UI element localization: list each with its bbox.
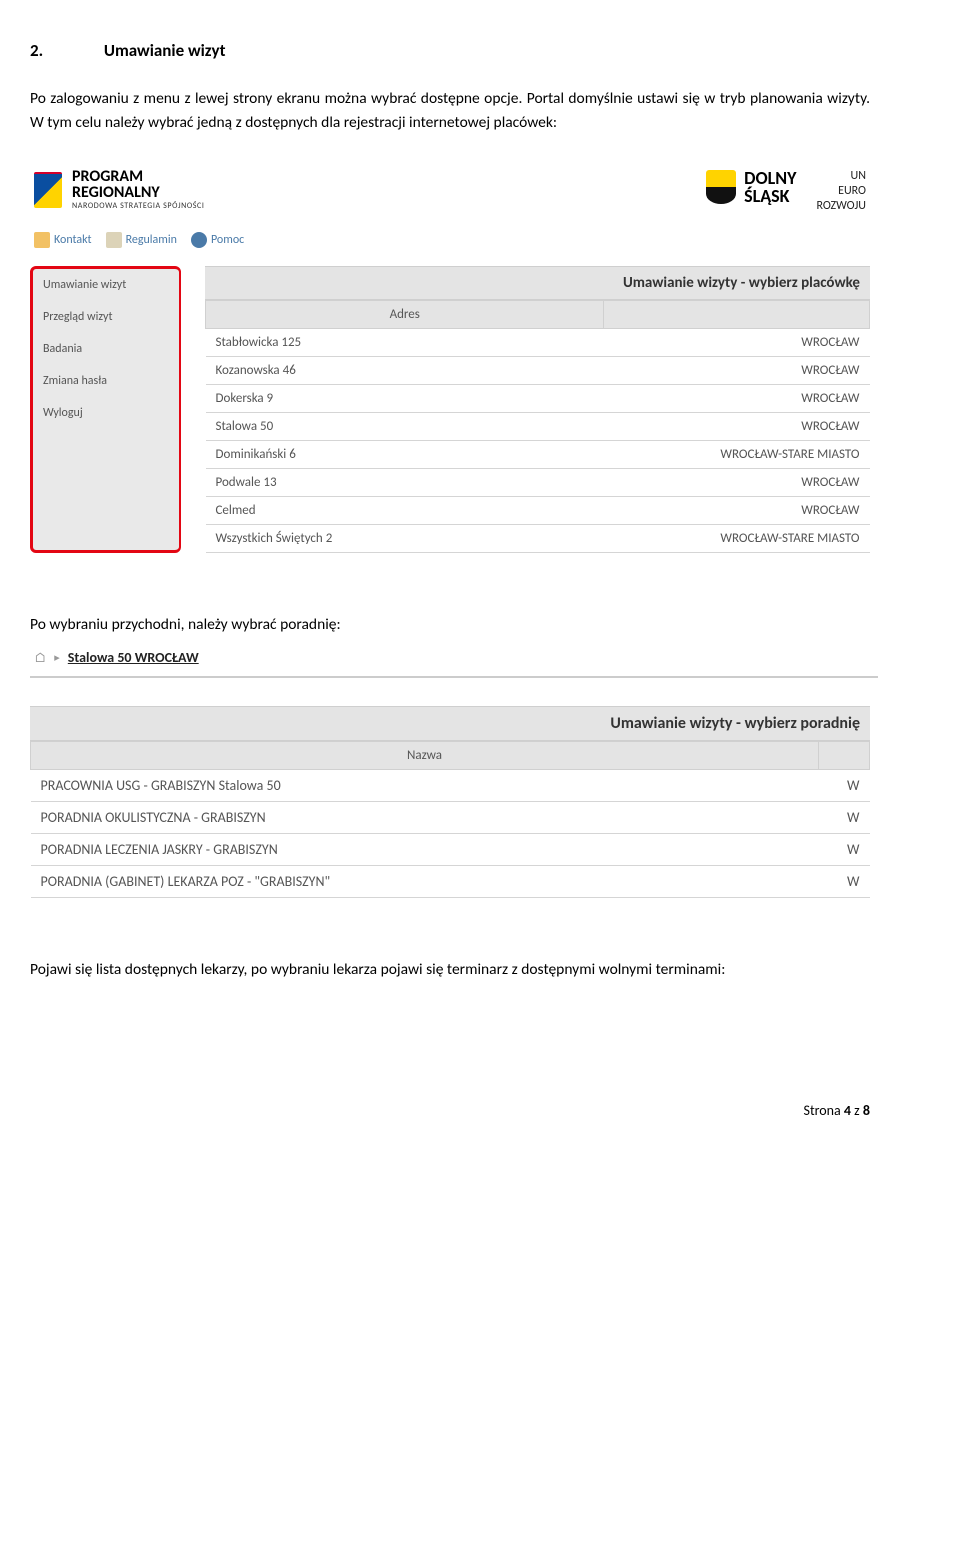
- table-row[interactable]: Stalowa 50WROCŁAW: [206, 413, 870, 441]
- sidebar-menu: Umawianie wizyt Przegląd wizyt Badania Z…: [30, 266, 181, 553]
- table-row[interactable]: Dominikański 6WROCŁAW-STARE MIASTO: [206, 441, 870, 469]
- cell-miasto: WROCŁAW-STARE MIASTO: [604, 441, 870, 469]
- section-heading: 2. Umawianie wizyt: [30, 40, 870, 61]
- sidebar-item-zmiana-hasla[interactable]: Zmiana hasła: [33, 365, 179, 397]
- rightcut-line1: UN: [816, 169, 866, 184]
- cell-adres: Wszystkich Świętych 2: [206, 525, 604, 553]
- table-row[interactable]: PORADNIA (GABINET) LEKARZA POZ - "GRABIS…: [31, 866, 870, 898]
- cell-adres: Podwale 13: [206, 469, 604, 497]
- cell-miasto: WROCŁAW: [604, 329, 870, 357]
- table-title-placowki: Umawianie wizyty - wybierz placówkę: [205, 266, 870, 300]
- link-regulamin-label: Regulamin: [126, 233, 177, 247]
- cell-miasto: WROCŁAW: [604, 469, 870, 497]
- table-row[interactable]: Podwale 13WROCŁAW: [206, 469, 870, 497]
- logo-cut-right: UN EURO ROZWOJU: [816, 169, 866, 214]
- link-regulamin[interactable]: Regulamin: [106, 232, 177, 248]
- table-row[interactable]: Kozanowska 46WROCŁAW: [206, 357, 870, 385]
- envelope-icon: [34, 232, 50, 248]
- link-pomoc-label: Pomoc: [211, 233, 244, 247]
- logo-pr-line2: REGIONALNY: [72, 185, 205, 202]
- col-nazwa: Nazwa: [31, 742, 819, 770]
- link-kontakt-label: Kontakt: [54, 233, 92, 247]
- rightcut-line2: EURO: [816, 184, 866, 199]
- table-row[interactable]: Wszystkich Świętych 2WROCŁAW-STARE MIAST…: [206, 525, 870, 553]
- cell-adres: Kozanowska 46: [206, 357, 604, 385]
- link-kontakt[interactable]: Kontakt: [34, 232, 92, 248]
- breadcrumb: ⌂ ▸ Stalowa 50 WROCŁAW: [30, 643, 878, 678]
- home-icon[interactable]: ⌂: [34, 649, 46, 666]
- rightcut-line3: ROZWOJU: [816, 199, 866, 214]
- table-title-poradnie: Umawianie wizyty - wybierz poradnię: [30, 706, 870, 741]
- cell-right: W: [819, 802, 870, 834]
- cell-adres: Stabłowicka 125: [206, 329, 604, 357]
- cell-adres: Dokerska 9: [206, 385, 604, 413]
- table-row[interactable]: CelmedWROCŁAW: [206, 497, 870, 525]
- cell-adres: Celmed: [206, 497, 604, 525]
- table-row[interactable]: PRACOWNIA USG - GRABISZYN Stalowa 50W: [31, 770, 870, 802]
- cell-right: W: [819, 770, 870, 802]
- help-icon: [191, 232, 207, 248]
- page-footer: Strona 4 z 8: [30, 1102, 870, 1119]
- cell-nazwa: PRACOWNIA USG - GRABISZYN Stalowa 50: [31, 770, 819, 802]
- footer-prefix: Strona: [804, 1102, 844, 1119]
- cell-miasto: WROCŁAW: [604, 413, 870, 441]
- logo-pr-line3: NARODOWA STRATEGIA SPÓJNOŚCI: [72, 202, 205, 210]
- cell-nazwa: PORADNIA LECZENIA JASKRY - GRABISZYN: [31, 834, 819, 866]
- logo-dolny-slask: DOLNY ŚLĄSK: [706, 169, 796, 205]
- table-placowki: Adres Stabłowicka 125WROCŁAWKozanowska 4…: [205, 300, 870, 553]
- screenshot-placowki: PROGRAM REGIONALNY NARODOWA STRATEGIA SP…: [30, 163, 870, 553]
- cell-miasto: WROCŁAW-STARE MIASTO: [604, 525, 870, 553]
- sidebar-item-przeglad[interactable]: Przegląd wizyt: [33, 301, 179, 333]
- sidebar-item-wyloguj[interactable]: Wyloguj: [33, 397, 179, 429]
- paragraph-terminarz: Pojawi się lista dostępnych lekarzy, po …: [30, 958, 870, 982]
- breadcrumb-location[interactable]: Stalowa 50 WROCŁAW: [68, 649, 199, 666]
- sidebar-item-label: Przegląd wizyt: [43, 310, 112, 324]
- sidebar-item-label: Zmiana hasła: [43, 374, 107, 388]
- table-row[interactable]: Dokerska 9WROCŁAW: [206, 385, 870, 413]
- table-row[interactable]: PORADNIA LECZENIA JASKRY - GRABISZYNW: [31, 834, 870, 866]
- col-adres: Adres: [206, 301, 604, 329]
- cell-adres: Stalowa 50: [206, 413, 604, 441]
- footer-sep: z: [851, 1102, 863, 1119]
- table-poradnie: Nazwa PRACOWNIA USG - GRABISZYN Stalowa …: [30, 741, 870, 898]
- sidebar-item-label: Wyloguj: [43, 406, 83, 420]
- logos-row: PROGRAM REGIONALNY NARODOWA STRATEGIA SP…: [30, 163, 870, 224]
- link-pomoc[interactable]: Pomoc: [191, 232, 244, 248]
- table-row[interactable]: Stabłowicka 125WROCŁAW: [206, 329, 870, 357]
- logo-program-regionalny: PROGRAM REGIONALNY NARODOWA STRATEGIA SP…: [34, 169, 205, 210]
- sidebar-item-badania[interactable]: Badania: [33, 333, 179, 365]
- table-row[interactable]: PORADNIA OKULISTYCZNA - GRABISZYNW: [31, 802, 870, 834]
- sidebar-item-label: Badania: [43, 342, 82, 356]
- logo-ds-line2: ŚLĄSK: [744, 187, 796, 205]
- logo-flag-icon: [34, 172, 62, 208]
- heading-number: 2.: [30, 40, 100, 61]
- intro-paragraph: Po zalogowaniu z menu z lewej strony ekr…: [30, 87, 870, 135]
- sidebar-item-umawianie[interactable]: Umawianie wizyt: [33, 269, 179, 301]
- footer-page: 4: [844, 1102, 851, 1119]
- screenshot-poradnie: ⌂ ▸ Stalowa 50 WROCŁAW Umawianie wizyty …: [30, 643, 870, 898]
- mini-links-bar: Kontakt Regulamin Pomoc: [30, 224, 870, 266]
- crest-icon: [706, 170, 736, 204]
- heading-title: Umawianie wizyt: [104, 40, 226, 61]
- document-icon: [106, 232, 122, 248]
- chevron-right-icon: ▸: [54, 651, 60, 664]
- cell-right: W: [819, 866, 870, 898]
- cell-right: W: [819, 834, 870, 866]
- cell-miasto: WROCŁAW: [604, 357, 870, 385]
- cell-nazwa: PORADNIA (GABINET) LEKARZA POZ - "GRABIS…: [31, 866, 819, 898]
- paragraph-poradnia: Po wybraniu przychodni, należy wybrać po…: [30, 613, 870, 637]
- cell-adres: Dominikański 6: [206, 441, 604, 469]
- cell-miasto: WROCŁAW: [604, 497, 870, 525]
- footer-total: 8: [863, 1102, 870, 1119]
- cell-nazwa: PORADNIA OKULISTYCZNA - GRABISZYN: [31, 802, 819, 834]
- cell-miasto: WROCŁAW: [604, 385, 870, 413]
- sidebar-item-label: Umawianie wizyt: [43, 278, 126, 292]
